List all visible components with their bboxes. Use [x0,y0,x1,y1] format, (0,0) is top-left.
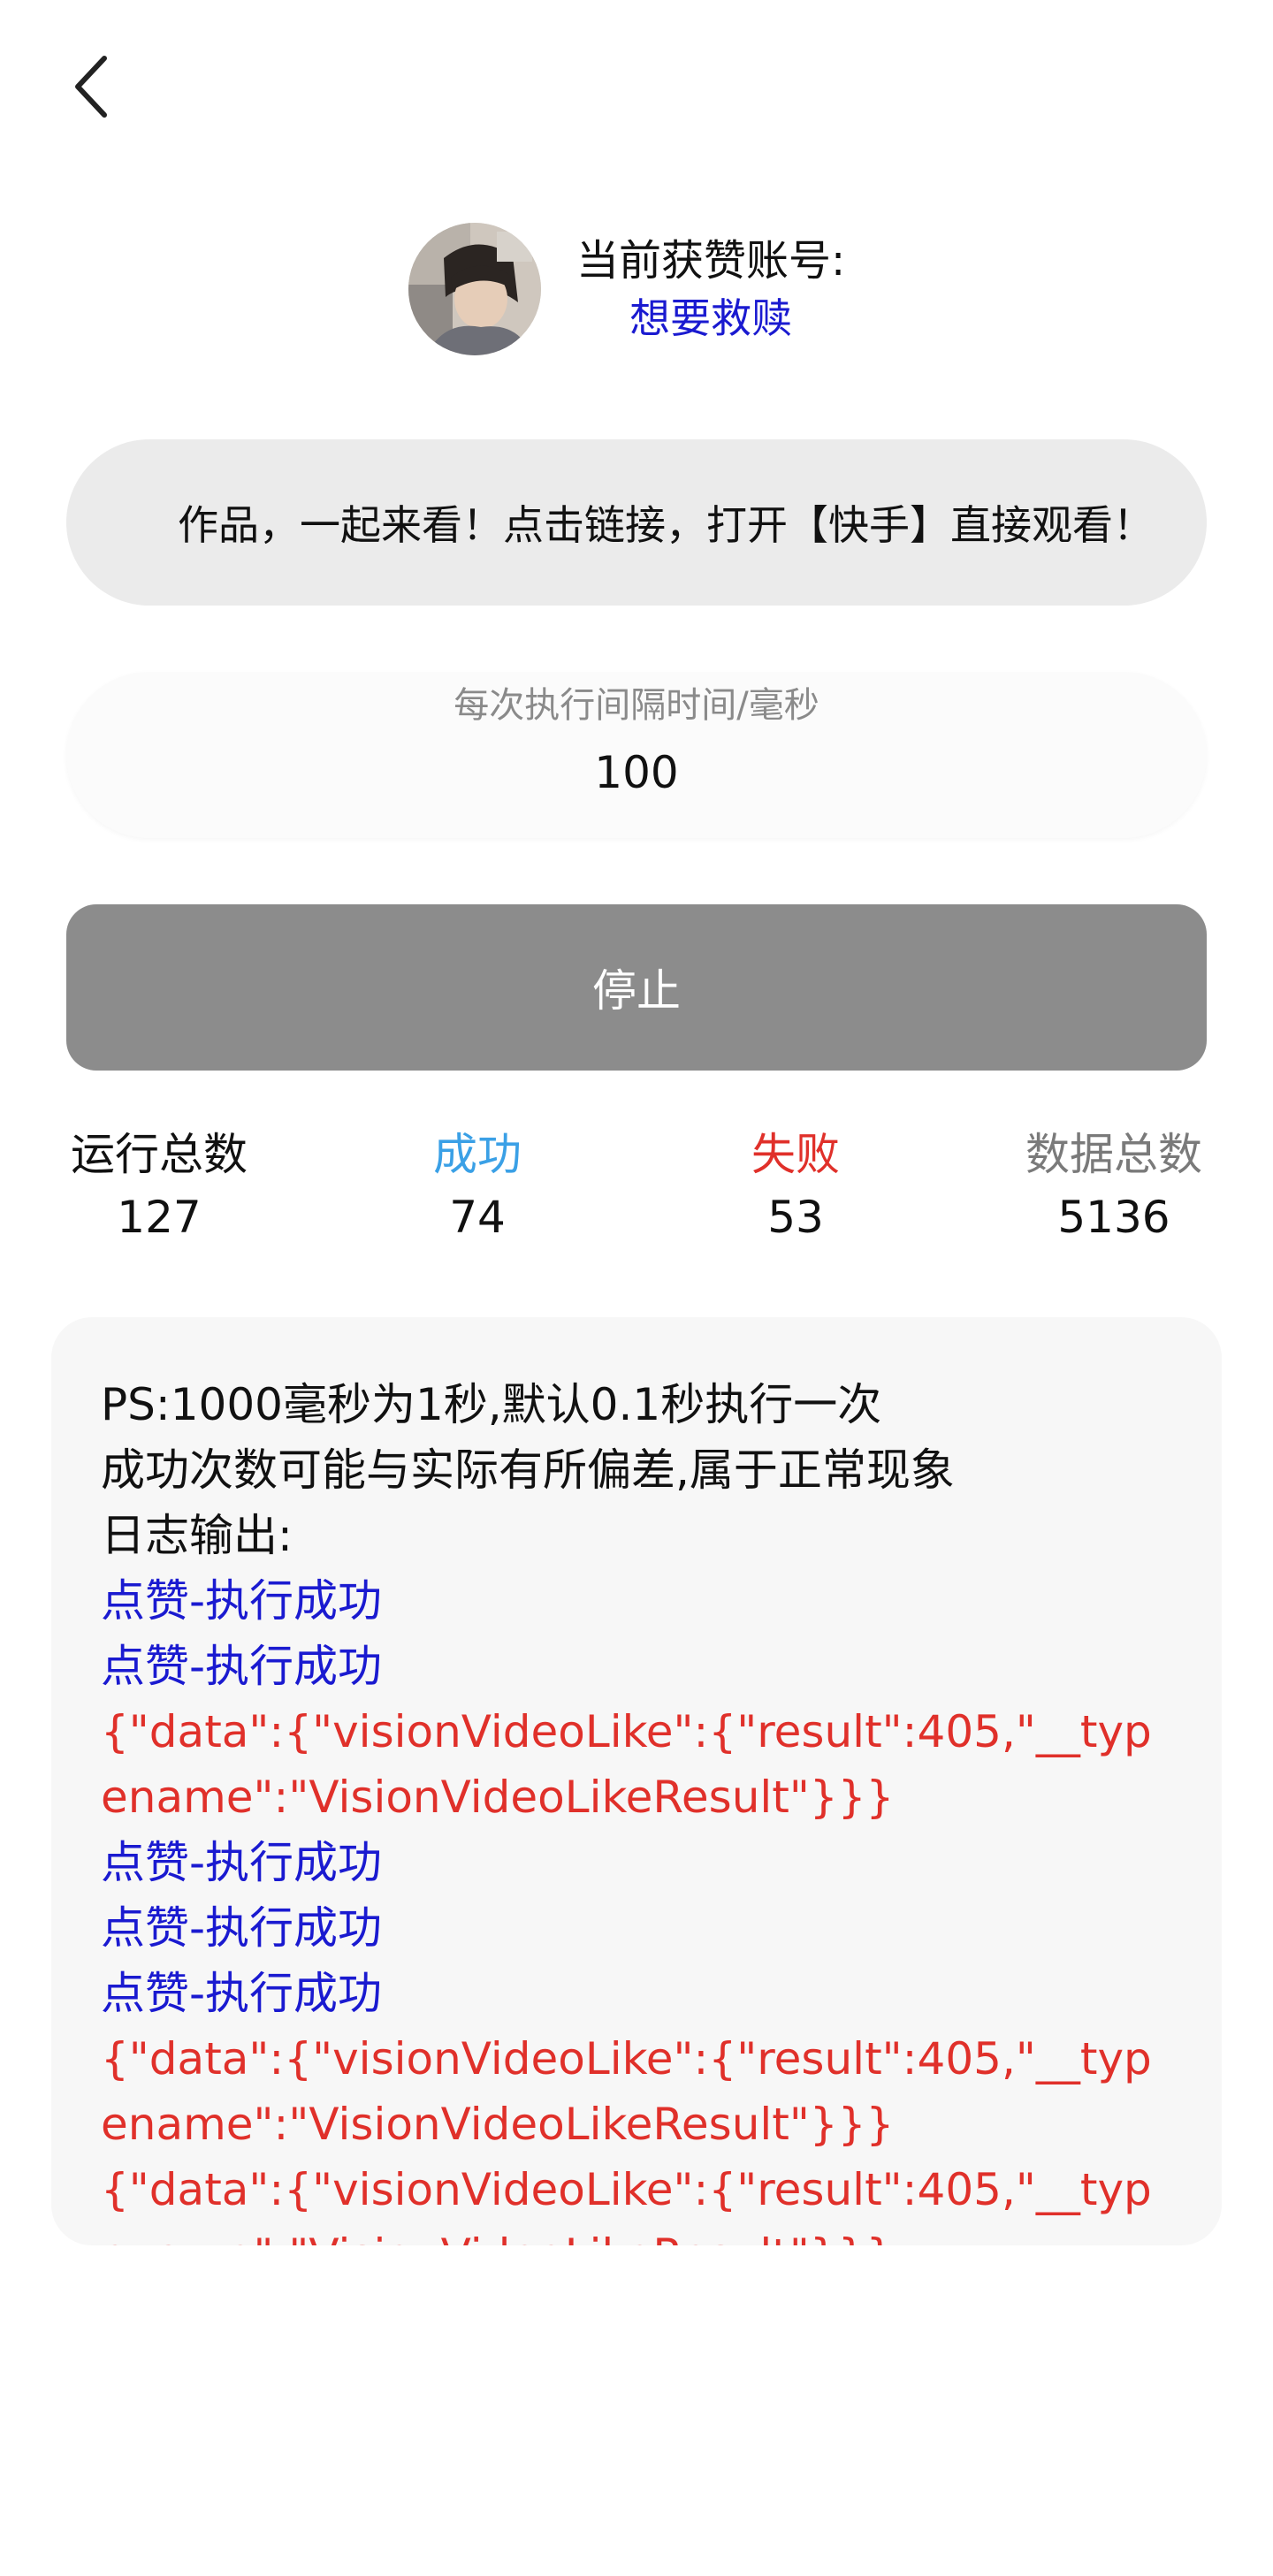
stat-success-label: 成功 [433,1129,522,1180]
log-entry: 点赞-执行成功 [101,1837,383,1888]
stat-fail-value: 53 [767,1192,824,1243]
stat-total-data: 数据总数 5136 [1025,1124,1202,1250]
log-note: PS:1000毫秒为1秒,默认0.1秒执行一次 [101,1379,882,1430]
log-entry: 点赞-执行成功 [101,1968,383,2019]
stat-total-data-label: 数据总数 [1025,1129,1202,1180]
log-entry: 点赞-执行成功 [101,1575,383,1627]
log-entry: {"data":{"visionVideoLike":{"result":405… [101,2033,1152,2150]
log-entry: 点赞-执行成功 [101,1641,383,1692]
log-panel[interactable]: PS:1000毫秒为1秒,默认0.1秒执行一次 成功次数可能与实际有所偏差,属于… [51,1317,1222,2245]
stat-fail: 失败 53 [751,1124,840,1250]
stat-total-runs-value: 127 [117,1192,202,1243]
share-link-text: 作品，一起来看！点击链接，打开【快手】直接观看！ [178,501,1154,549]
stats-row: 运行总数 127 成功 74 失败 53 数据总数 5136 [66,1124,1207,1257]
share-link-input[interactable]: 作品，一起来看！点击链接，打开【快手】直接观看！ [66,439,1207,606]
avatar[interactable] [408,223,541,355]
chevron-left-icon [75,56,107,118]
back-button[interactable] [50,44,134,129]
stat-total-runs-label: 运行总数 [71,1129,248,1180]
stat-success-value: 74 [449,1192,506,1243]
interval-input[interactable] [370,741,903,804]
log-entry: 点赞-执行成功 [101,1902,383,1954]
interval-label: 每次执行间隔时间/毫秒 [454,685,819,726]
stop-button[interactable]: 停止 [66,904,1207,1071]
account-name[interactable]: 想要救赎 [629,290,792,347]
stat-success: 成功 74 [433,1124,522,1250]
account-header: 当前获赞账号: 想要救赎 [408,223,845,355]
stat-fail-label: 失败 [751,1129,840,1180]
interval-field[interactable]: 每次执行间隔时间/毫秒 [66,672,1207,838]
stat-total-data-value: 5136 [1057,1192,1170,1243]
log-note: 日志输出: [101,1510,293,1561]
stat-total-runs: 运行总数 127 [71,1124,248,1250]
account-title: 当前获赞账号: [576,236,846,286]
log-note: 成功次数可能与实际有所偏差,属于正常现象 [101,1444,955,1496]
log-entry: {"data":{"visionVideoLike":{"result":405… [101,1706,1152,1823]
log-entry: {"data":{"visionVideoLike":{"result":405… [101,2164,1152,2245]
account-info: 当前获赞账号: 想要救赎 [576,232,845,347]
